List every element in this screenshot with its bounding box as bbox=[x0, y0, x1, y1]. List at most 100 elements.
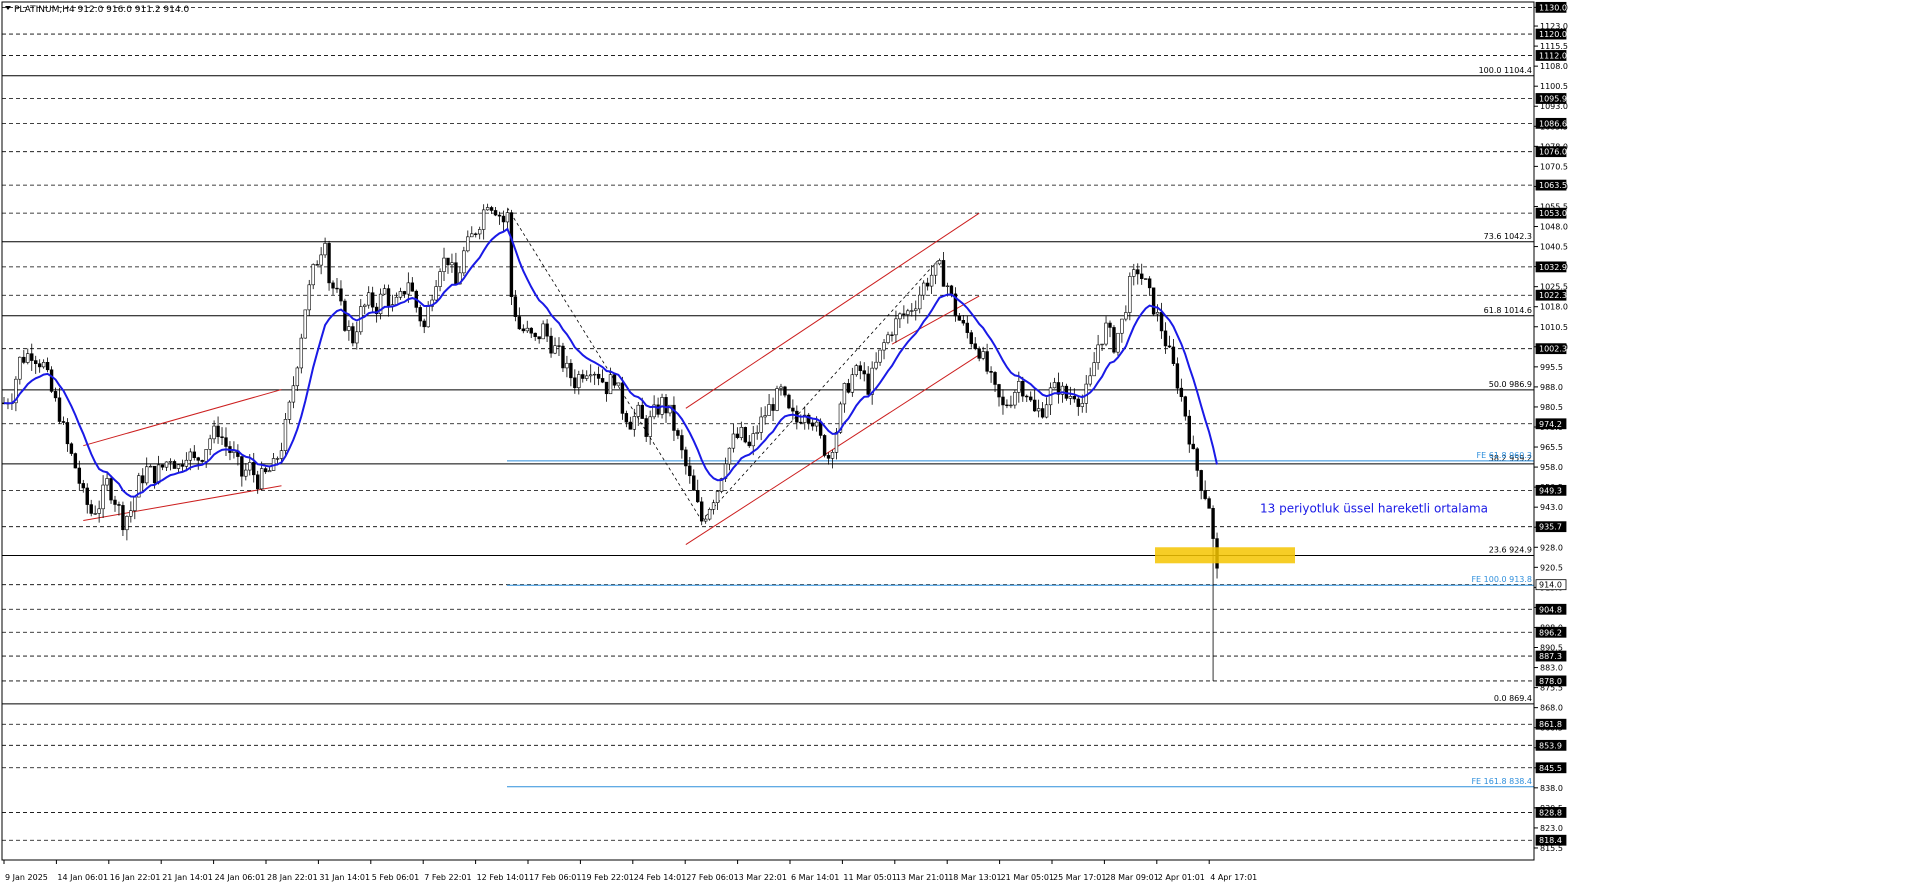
fibo-level-label: 61.8 1014.6 bbox=[1484, 306, 1532, 315]
candle-body bbox=[993, 372, 997, 385]
candle-body bbox=[822, 435, 827, 456]
candle-body bbox=[212, 425, 216, 440]
candle-body bbox=[608, 374, 613, 395]
price-tick-label: 1100.5 bbox=[1540, 82, 1568, 91]
candle-body bbox=[331, 282, 335, 289]
price-tick-label: 1108.0 bbox=[1540, 62, 1568, 71]
price-tick-label: 958.0 bbox=[1540, 463, 1563, 472]
time-tick-label: 28 Jan 22:01 bbox=[267, 873, 318, 882]
candle-body bbox=[699, 501, 704, 522]
candle-body bbox=[918, 294, 922, 310]
candle-body bbox=[1116, 332, 1120, 353]
candle-body bbox=[89, 504, 93, 514]
candle-body bbox=[295, 367, 300, 387]
candle-body bbox=[767, 404, 771, 416]
candle-body bbox=[172, 461, 177, 469]
candle-body bbox=[862, 370, 866, 375]
candle-body bbox=[493, 210, 498, 216]
price-level-badge-label: 904.8 bbox=[1539, 605, 1562, 614]
candle bbox=[49, 366, 54, 394]
candle-body bbox=[152, 465, 157, 484]
candle-body bbox=[327, 243, 331, 284]
candle-body bbox=[307, 284, 311, 311]
candle-body bbox=[1203, 490, 1207, 499]
price-tick-label: 838.0 bbox=[1540, 784, 1563, 793]
candle-body bbox=[1147, 278, 1152, 289]
candle-body bbox=[549, 335, 553, 354]
candle-body bbox=[382, 288, 387, 295]
candle-body bbox=[707, 509, 712, 520]
candle-body bbox=[184, 459, 189, 467]
candle-body bbox=[335, 287, 339, 290]
candle-body bbox=[513, 296, 518, 317]
candle bbox=[462, 246, 466, 277]
candle-body bbox=[830, 452, 835, 459]
candle-body bbox=[489, 207, 494, 211]
candle-body bbox=[339, 288, 343, 302]
candle-body bbox=[902, 313, 906, 315]
candle bbox=[283, 412, 288, 455]
candle-body bbox=[985, 351, 989, 372]
candle bbox=[1116, 332, 1120, 356]
candle-body bbox=[771, 404, 775, 411]
candle-body bbox=[573, 377, 577, 389]
candle-body bbox=[323, 243, 327, 256]
candle-body bbox=[735, 433, 740, 438]
time-tick-label: 6 Mar 14:01 bbox=[791, 873, 839, 882]
candle-body bbox=[37, 363, 42, 368]
candle-body bbox=[727, 447, 732, 465]
candle-body bbox=[53, 391, 58, 399]
price-tick-label: 995.5 bbox=[1540, 363, 1563, 372]
price-level-badge-label: 818.4 bbox=[1539, 836, 1562, 845]
candle-body bbox=[311, 264, 315, 286]
candle-body bbox=[648, 416, 652, 437]
candle-body bbox=[1036, 408, 1041, 412]
price-tick-label: 1115.5 bbox=[1540, 42, 1568, 51]
candle-body bbox=[1108, 322, 1112, 328]
price-level-badge-label: 845.5 bbox=[1539, 764, 1562, 773]
candle-body bbox=[949, 285, 954, 295]
time-tick-label: 18 Mar 13:01 bbox=[948, 873, 1001, 882]
candle-body bbox=[557, 345, 561, 347]
time-tick-label: 13 Mar 21:01 bbox=[896, 873, 949, 882]
price-tick-label: 868.0 bbox=[1540, 704, 1563, 713]
candle-body bbox=[351, 326, 355, 344]
candle-body bbox=[252, 462, 256, 476]
time-tick-label: 11 Mar 05:01 bbox=[843, 873, 896, 882]
candle-body bbox=[1163, 330, 1168, 347]
candle-body bbox=[711, 502, 716, 510]
candle-body bbox=[866, 373, 870, 395]
candle bbox=[299, 333, 304, 374]
candle-body bbox=[355, 331, 359, 344]
candle-body bbox=[676, 430, 680, 436]
candle-body bbox=[176, 464, 181, 469]
price-axis: 1130.01123.01115.51108.01100.51093.01085… bbox=[1533, 1, 1568, 860]
candle-body bbox=[810, 422, 815, 427]
candle-body bbox=[929, 274, 934, 287]
candle-body bbox=[525, 327, 529, 332]
candle-body bbox=[799, 421, 803, 424]
candle-body bbox=[287, 401, 292, 420]
price-level-badge-label: 878.0 bbox=[1539, 677, 1562, 686]
price-chart[interactable]: 100.0 1104.4 73.6 1042.3 61.8 1014.6 50.0 9… bbox=[0, 0, 1916, 888]
time-tick-label: 19 Feb 22:01 bbox=[581, 873, 633, 882]
candle bbox=[854, 363, 858, 377]
candle-body bbox=[129, 510, 133, 517]
chart-title-group: PLATINUM,H4 912.0 916.0 911.2 914.0 bbox=[5, 5, 189, 15]
candle-body bbox=[133, 496, 137, 511]
time-tick-label: 16 Jan 22:01 bbox=[110, 873, 161, 882]
candle-body bbox=[775, 388, 779, 411]
candle-body bbox=[303, 309, 307, 339]
candle-body bbox=[965, 322, 969, 333]
candle-body bbox=[973, 343, 977, 349]
candle-body bbox=[410, 282, 415, 292]
candle-body bbox=[394, 296, 399, 305]
candle bbox=[287, 400, 292, 424]
candle-body bbox=[466, 236, 470, 252]
candle-body bbox=[347, 326, 351, 331]
candle-body bbox=[577, 374, 581, 389]
candle-body bbox=[105, 478, 109, 486]
candle-body bbox=[446, 257, 450, 266]
price-level-badge-label: 1032.9 bbox=[1539, 263, 1567, 272]
price-level-badge-label: 1053.0 bbox=[1539, 209, 1567, 218]
